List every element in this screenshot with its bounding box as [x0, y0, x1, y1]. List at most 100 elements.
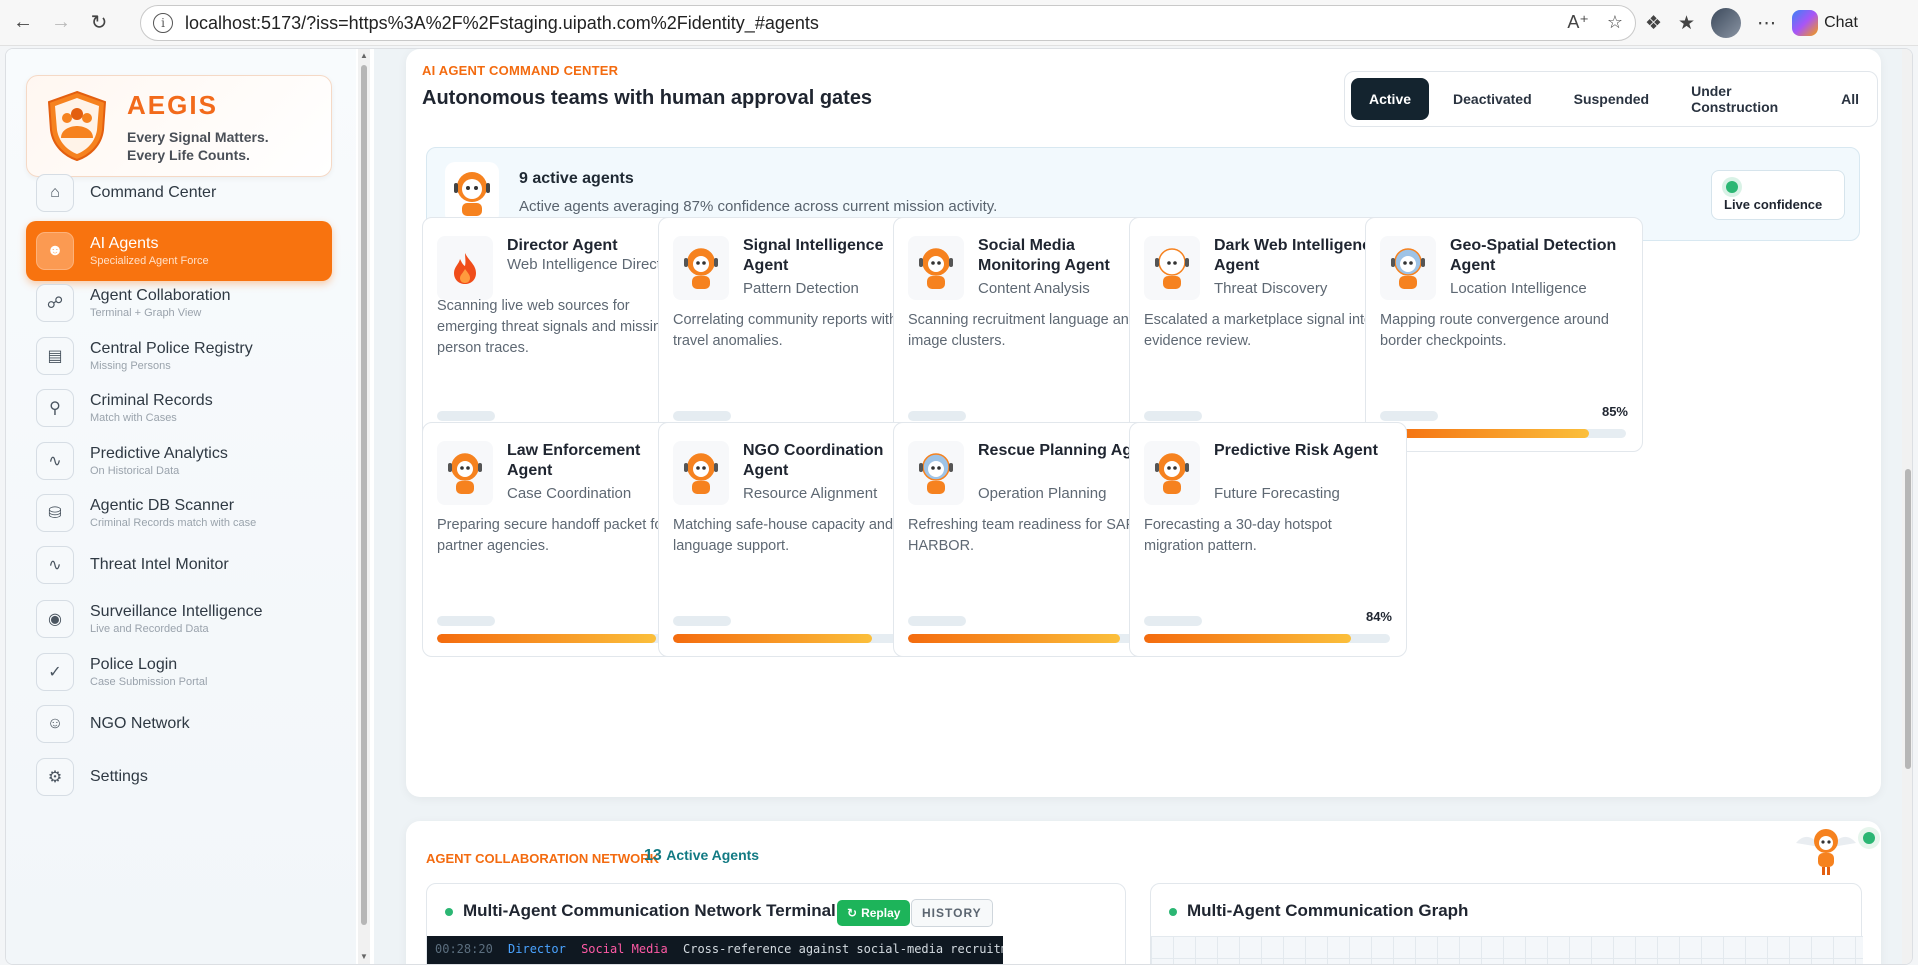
log-time: 00:28:20 — [435, 942, 493, 956]
profile-avatar[interactable] — [1711, 8, 1742, 38]
tab-suspended[interactable]: Suspended — [1556, 78, 1667, 120]
sidebar-item-agentic-db-scanner[interactable]: ⛁ Agentic DB Scanner Criminal Records mat… — [26, 483, 332, 543]
sidebar-item-surveillance-intelligence[interactable]: ◉ Surveillance Intelligence Live and Reco… — [26, 589, 332, 649]
sidebar-item-predictive-analytics[interactable]: ∿ Predictive Analytics On Historical Data — [26, 431, 332, 491]
agent-name: Predictive Risk Agent — [1214, 442, 1378, 459]
refresh-icon[interactable]: ↻ — [84, 8, 114, 38]
status-dot — [1169, 908, 1177, 916]
confidence-percent: 85% — [1601, 404, 1628, 419]
sidebar-item-ngo-network[interactable]: ☺ NGO Network — [26, 694, 332, 754]
scroll-down-arrow-icon[interactable]: ▼ — [358, 952, 370, 964]
agent-name: Geo-Spatial Detection Agent — [1450, 237, 1617, 274]
status-dot — [445, 908, 453, 916]
active-agents-count: 13 Active Agents — [644, 847, 759, 865]
site-info-icon[interactable]: i — [153, 13, 173, 33]
shield-check-icon: ✓ — [36, 653, 74, 691]
agent-card[interactable]: Geo-Spatial Detection Agent Location Inte… — [1365, 217, 1643, 452]
replay-button[interactable]: ↻ Replay — [837, 900, 911, 926]
confidence-label-placeholder — [908, 411, 966, 421]
confidence-bar — [1144, 634, 1390, 643]
favorites-icon[interactable]: ★ — [1678, 12, 1695, 35]
extensions-icon[interactable]: ❖ — [1645, 12, 1662, 35]
sidebar-item-sub: Live and Recorded Data — [90, 623, 209, 635]
gear-icon: ⚙ — [36, 758, 74, 796]
agent-role: Content Analysis — [978, 280, 1090, 297]
confidence-bar — [1380, 429, 1626, 438]
agent-role: Case Coordination — [507, 485, 632, 502]
online-status-dot — [1858, 827, 1880, 849]
more-menu-icon[interactable]: ⋯ — [1757, 12, 1776, 35]
agent-role: Operation Planning — [978, 485, 1107, 502]
user-search-icon: ⚲ — [36, 389, 74, 427]
confidence-label-placeholder — [437, 411, 495, 421]
brand-card: AEGIS Every Signal Matters. Every Life C… — [26, 75, 332, 177]
sidebar-item-label: AI Agents — [90, 235, 159, 252]
sidebar-item-central-police-registry[interactable]: ▤ Central Police Registry Missing Persons — [26, 326, 332, 386]
terminal-log[interactable]: 00:28:20 Director Social Media Cross-ref… — [427, 936, 1003, 964]
robot-avatar-icon — [673, 441, 729, 505]
address-bar[interactable]: i localhost:5173/?iss=https%3A%2F%2Fstag… — [140, 5, 1636, 41]
live-status-dot — [1726, 181, 1738, 193]
confidence-bar — [673, 634, 919, 643]
tab-all[interactable]: All — [1823, 78, 1877, 120]
browser-toolbar: ← → ↻ i localhost:5173/?iss=https%3A%2F%… — [0, 0, 1918, 46]
favorite-star-icon[interactable]: ☆ — [1607, 12, 1623, 33]
sidebar-item-label: Central Police Registry — [90, 340, 253, 357]
summary-text: Active agents averaging 87% confidence a… — [519, 198, 998, 215]
agent-description: Mapping route convergence around border … — [1380, 312, 1609, 349]
agent-description: Forecasting a 30-day hotspot migration p… — [1144, 517, 1332, 554]
replay-label: Replay — [861, 906, 901, 920]
flame-icon — [437, 236, 493, 300]
sidebar-item-sub: Terminal + Graph View — [90, 307, 202, 319]
agent-collaboration-network-panel: AGENT COLLABORATION NETWORK 13 Active Ag… — [406, 821, 1881, 964]
activity-icon: ∿ — [36, 546, 74, 584]
sidebar-item-settings[interactable]: ⚙ Settings — [26, 747, 332, 807]
tab-under-construction[interactable]: Under Construction — [1673, 78, 1817, 120]
copilot-chat-button[interactable]: Chat — [1792, 10, 1858, 36]
log-message: Cross-reference against social-media rec… — [683, 942, 1003, 956]
tab-deactivated[interactable]: Deactivated — [1435, 78, 1550, 120]
flying-robot-icon — [1796, 829, 1856, 875]
confidence-bar-fill — [673, 634, 873, 643]
read-aloud-icon[interactable]: A⁺ — [1567, 12, 1589, 33]
sidebar-item-sub: Match with Cases — [90, 412, 177, 424]
agent-description: Correlating community reports with trave… — [673, 312, 898, 349]
sidebar-scrollbar-thumb[interactable] — [361, 65, 367, 925]
back-icon[interactable]: ← — [8, 8, 38, 38]
forward-icon[interactable]: → — [46, 8, 76, 38]
sidebar-item-label: Command Center — [90, 184, 217, 201]
sidebar-item-agent-collaboration[interactable]: ☍ Agent Collaboration Terminal + Graph Vi… — [26, 273, 332, 333]
robot-avatar-icon — [1144, 236, 1200, 300]
history-button[interactable]: HISTORY — [911, 899, 993, 927]
agent-description: Escalated a marketplace signal into evid… — [1144, 312, 1373, 349]
url-text[interactable]: localhost:5173/?iss=https%3A%2F%2Fstagin… — [185, 13, 819, 34]
sidebar-item-criminal-records[interactable]: ⚲ Criminal Records Match with Cases — [26, 378, 332, 438]
confidence-label-placeholder — [1380, 411, 1438, 421]
sidebar-item-threat-intel-monitor[interactable]: ∿ Threat Intel Monitor — [26, 535, 332, 595]
confidence-label-placeholder — [908, 616, 966, 626]
sidebar-item-sub: Missing Persons — [90, 360, 171, 372]
sidebar-item-police-login[interactable]: ✓ Police Login Case Submission Portal — [26, 642, 332, 702]
robot-avatar-icon — [673, 236, 729, 300]
agent-role: Web Intelligence Director — [507, 256, 675, 273]
network-terminal-card: Multi-Agent Communication Network Termin… — [426, 883, 1126, 964]
scroll-up-arrow-icon[interactable]: ▲ — [358, 51, 370, 63]
agent-card[interactable]: Predictive Risk Agent Future Forecasting F… — [1129, 422, 1407, 657]
tab-active[interactable]: Active — [1351, 78, 1430, 120]
sidebar-item-label: NGO Network — [90, 715, 190, 732]
confidence-bar-fill — [1380, 429, 1590, 438]
log-from-agent: Director — [508, 942, 566, 956]
database-icon: ⛁ — [36, 494, 74, 532]
network-graph-card: Multi-Agent Communication Graph — [1150, 883, 1863, 964]
sidebar-item-sub: Case Submission Portal — [90, 676, 208, 688]
sidebar-item-ai-agents[interactable]: ☻ AI Agents Specialized Agent Force — [26, 221, 332, 281]
chat-label: Chat — [1824, 14, 1858, 31]
tagline-line-2: Every Life Counts. — [127, 147, 250, 163]
sidebar-item-command-center[interactable]: ⌂ Command Center — [26, 163, 332, 223]
log-to-agent: Social Media — [581, 942, 668, 956]
communication-graph-canvas[interactable] — [1151, 936, 1863, 964]
main-scrollbar-thumb[interactable] — [1905, 469, 1911, 769]
sidebar-item-label: Agentic DB Scanner — [90, 497, 235, 514]
active-agents-number: 13 — [644, 847, 662, 864]
live-confidence-label: Live confidence — [1724, 197, 1823, 212]
